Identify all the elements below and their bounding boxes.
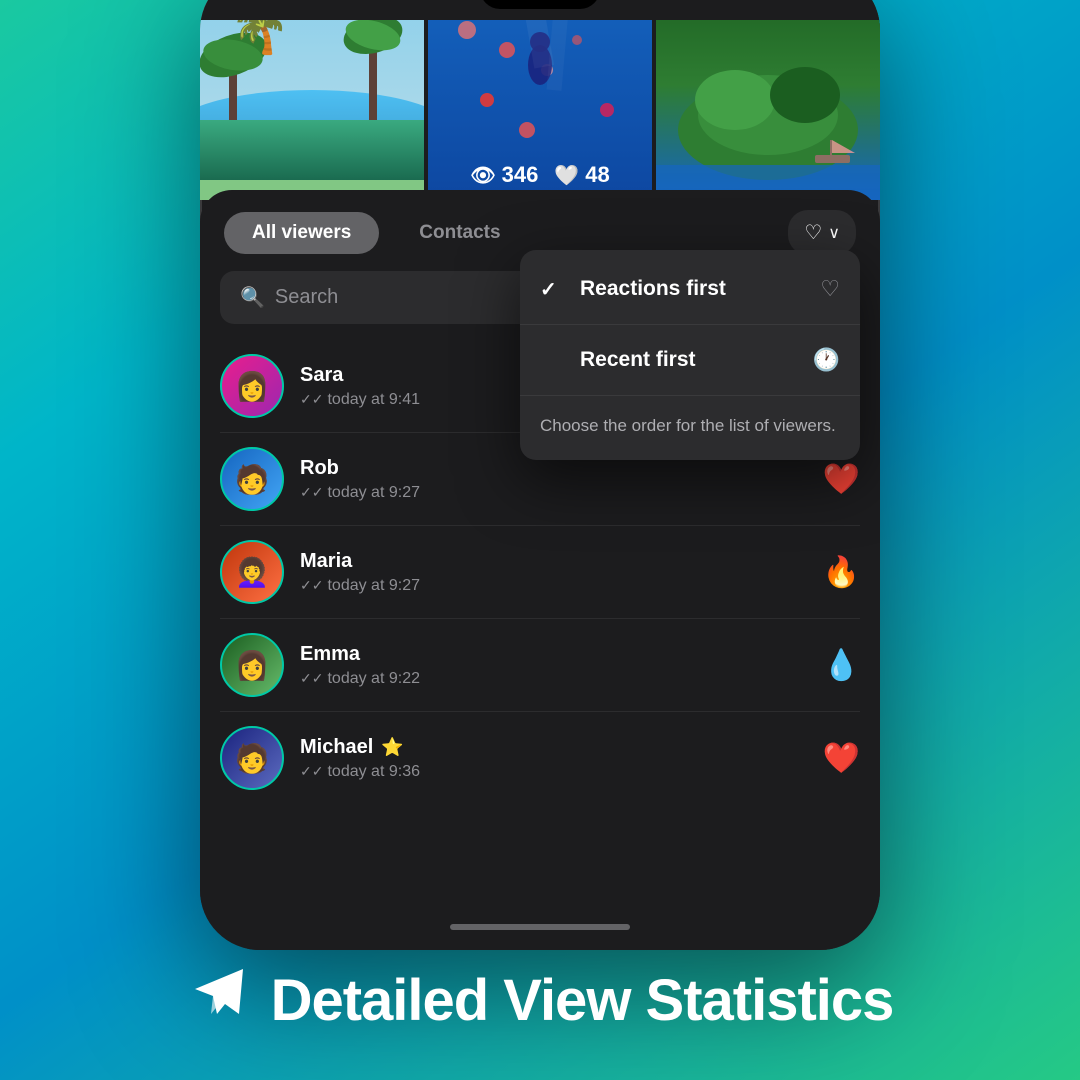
- heart-outline-icon: ♡: [804, 220, 822, 245]
- sort-reactions-first[interactable]: ✓ Reactions first ♡: [520, 258, 860, 320]
- list-item: 🧑 Michael ⭐ ✓✓ today at 9:36 ❤️: [220, 712, 860, 804]
- viewer-time: ✓✓ today at 9:27: [300, 577, 807, 595]
- sort-recent-first[interactable]: Recent first 🕐: [520, 329, 860, 391]
- viewer-info: Emma ✓✓ today at 9:22: [300, 643, 807, 688]
- clock-icon: 🕐: [813, 347, 840, 373]
- footer-title: Detailed View Statistics: [271, 967, 894, 1034]
- read-receipt-icon: ✓✓: [300, 484, 323, 501]
- sort-button[interactable]: ♡ ∨: [788, 210, 856, 255]
- search-placeholder: Search: [275, 286, 338, 309]
- viewer-time: ✓✓ today at 9:36: [300, 763, 807, 781]
- viewer-name: Michael ⭐: [300, 736, 807, 759]
- phone-top-bar: [200, 0, 880, 20]
- main-panel: All viewers Contacts ♡ ∨ 🔍 Search 👩 Sara: [200, 190, 880, 950]
- read-receipt-icon: ✓✓: [300, 577, 323, 594]
- search-icon: 🔍: [240, 285, 265, 310]
- divider: [520, 324, 860, 325]
- list-item: 👩 Emma ✓✓ today at 9:22 💧: [220, 619, 860, 712]
- viewer-name: Maria: [300, 550, 807, 573]
- viewer-time: ✓✓ today at 9:22: [300, 670, 807, 688]
- view-count: 👁 346: [470, 162, 538, 188]
- telegram-icon: [187, 961, 251, 1040]
- reaction-icon: 💧: [823, 648, 860, 683]
- phone-frame: 👁 346 🤍 48: [200, 0, 880, 950]
- avatar: 👩: [220, 633, 284, 697]
- recent-first-label: Recent first: [580, 348, 797, 372]
- viewer-info: Rob ✓✓ today at 9:27: [300, 457, 807, 502]
- tab-all-viewers[interactable]: All viewers: [224, 212, 379, 254]
- premium-star-icon: ⭐: [381, 737, 403, 758]
- heart-outline-sort-icon: ♡: [820, 276, 840, 302]
- tab-contacts[interactable]: Contacts: [391, 212, 528, 254]
- footer: Detailed View Statistics: [0, 920, 1080, 1080]
- sort-dropdown: ✓ Reactions first ♡ Recent first 🕐 Choos…: [520, 250, 860, 460]
- thumbnail-ocean: 👁 346 🤍 48: [428, 0, 652, 200]
- viewer-info: Michael ⭐ ✓✓ today at 9:36: [300, 736, 807, 781]
- image-strip: 👁 346 🤍 48: [200, 0, 880, 200]
- heart-icon: 🤍: [554, 163, 579, 188]
- eye-icon: 👁: [470, 163, 495, 188]
- avatar: 👩: [220, 354, 284, 418]
- viewer-info: Maria ✓✓ today at 9:27: [300, 550, 807, 595]
- divider: [520, 395, 860, 396]
- reaction-icon: ❤️: [823, 462, 860, 497]
- views-value: 346: [502, 162, 539, 188]
- thumbnail-beach: [200, 0, 424, 200]
- read-receipt-icon: ✓✓: [300, 763, 323, 780]
- reaction-icon: ❤️: [823, 741, 860, 776]
- thumbnail-island: [656, 0, 880, 200]
- viewer-time: ✓✓ today at 9:27: [300, 484, 807, 502]
- phone-notch: [480, 0, 600, 9]
- stats-bar: 👁 346 🤍 48: [470, 162, 610, 188]
- viewer-name: Rob: [300, 457, 807, 480]
- avatar: 🧑: [220, 447, 284, 511]
- read-receipt-icon: ✓✓: [300, 391, 323, 408]
- chevron-down-icon: ∨: [828, 223, 840, 243]
- reactions-first-label: Reactions first: [580, 277, 804, 301]
- likes-value: 48: [585, 162, 609, 188]
- viewer-name: Emma: [300, 643, 807, 666]
- check-icon: ✓: [540, 277, 564, 302]
- dropdown-tip-text: Choose the order for the list of viewers…: [520, 400, 860, 452]
- like-count: 🤍 48: [554, 162, 609, 188]
- avatar: 🧑: [220, 726, 284, 790]
- list-item: 👩‍🦱 Maria ✓✓ today at 9:27 🔥: [220, 526, 860, 619]
- reaction-icon: 🔥: [823, 555, 860, 590]
- read-receipt-icon: ✓✓: [300, 670, 323, 687]
- avatar: 👩‍🦱: [220, 540, 284, 604]
